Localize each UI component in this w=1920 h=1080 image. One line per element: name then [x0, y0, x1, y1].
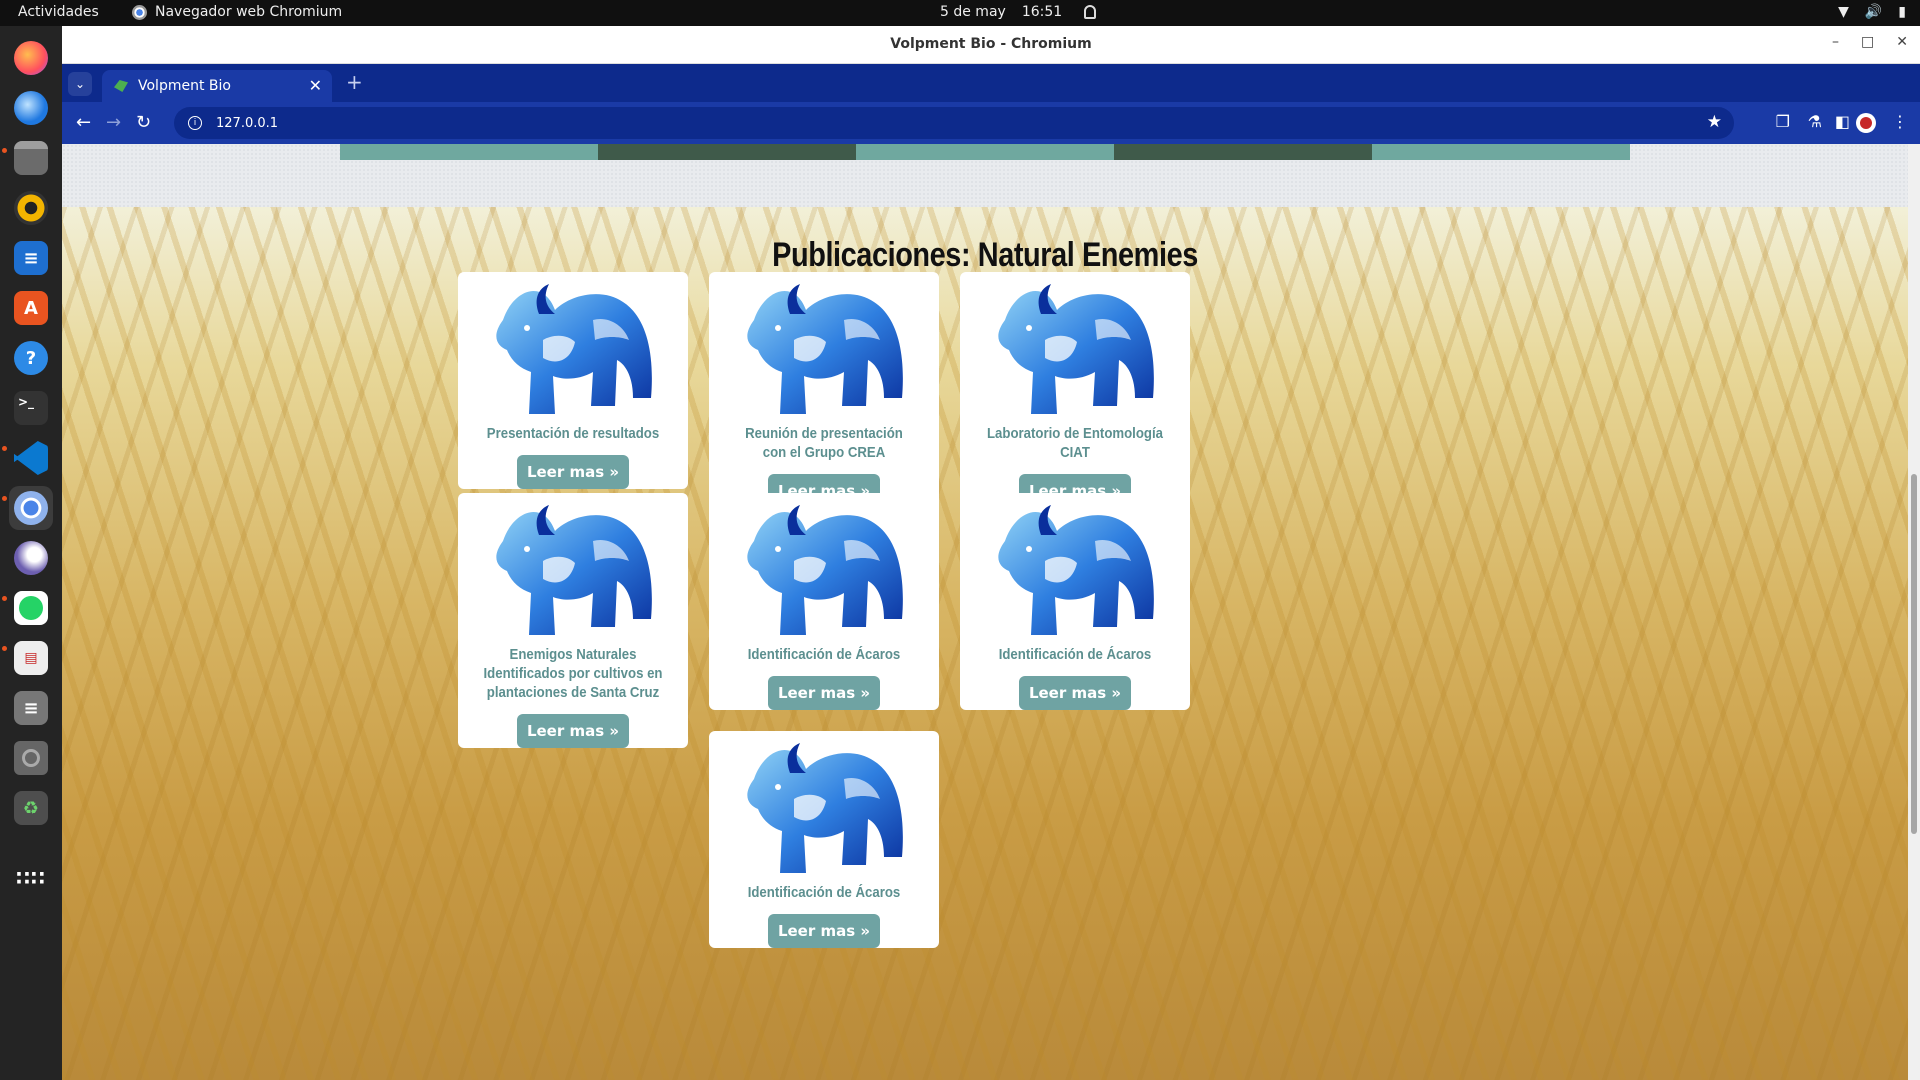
- clock[interactable]: 5 de may 16:51: [940, 4, 1097, 20]
- bookmark-star-icon[interactable]: ★: [1707, 112, 1722, 132]
- writer-icon[interactable]: ≡: [9, 236, 53, 280]
- help-icon[interactable]: ?: [9, 336, 53, 380]
- url-text: 127.0.0.1: [216, 115, 279, 131]
- bison-logo-icon: [747, 743, 903, 873]
- site-info-icon[interactable]: i: [188, 116, 202, 130]
- bison-logo-icon: [998, 284, 1154, 414]
- stripe: [1372, 144, 1630, 160]
- dock: ≡ A ? >_ ▤ ≡ ♻ ∷∷: [0, 26, 62, 1080]
- browser-window: Volpment Bio - Chromium – □ ✕ ⌄ Volpment…: [62, 26, 1920, 1080]
- decorative-stripes: [340, 144, 1630, 160]
- notification-bell-icon: [1084, 5, 1097, 19]
- upper-section: [62, 144, 1908, 207]
- card-title[interactable]: Laboratorio de Entomología CIAT: [984, 424, 1165, 462]
- clock-time: 16:51: [1021, 4, 1063, 20]
- publication-card: Identificación de Ácaros Leer mas »: [709, 493, 939, 710]
- bison-logo-icon: [496, 284, 652, 414]
- window-titlebar: Volpment Bio - Chromium – □ ✕: [62, 26, 1920, 64]
- eagle-icon[interactable]: [9, 536, 53, 580]
- volume-icon: 🔊: [1864, 4, 1883, 20]
- card-title[interactable]: Identificación de Ácaros: [733, 645, 914, 664]
- tab-title: Volpment Bio: [138, 78, 231, 94]
- thunderbird-icon[interactable]: [9, 86, 53, 130]
- profile-avatar[interactable]: [1856, 113, 1876, 133]
- stripe: [340, 144, 598, 160]
- firefox-icon[interactable]: [9, 36, 53, 80]
- card-title[interactable]: Reunión de presentación con el Grupo CRE…: [733, 424, 914, 462]
- document-viewer-icon[interactable]: ▤: [9, 636, 53, 680]
- read-more-button[interactable]: Leer mas »: [1018, 676, 1132, 710]
- read-more-button[interactable]: Leer mas »: [767, 676, 881, 710]
- show-apps-icon[interactable]: ∷∷: [9, 856, 53, 900]
- publication-card: Identificación de Ácaros Leer mas »: [709, 731, 939, 948]
- maximize-icon[interactable]: □: [1861, 34, 1874, 50]
- publication-card: Enemigos Naturales Identificados por cul…: [458, 493, 688, 748]
- clock-date: 5 de may: [940, 4, 1006, 20]
- card-title[interactable]: Identificación de Ácaros: [733, 883, 914, 902]
- bison-logo-icon: [747, 284, 903, 414]
- tab-search-icon[interactable]: ⌄: [68, 72, 92, 96]
- whatsapp-icon[interactable]: [9, 586, 53, 630]
- text-editor-icon[interactable]: ≡: [9, 686, 53, 730]
- page-title: Publicaciones: Natural Enemies: [772, 236, 1198, 274]
- chromium-icon: [132, 4, 147, 20]
- system-top-bar: Actividades Navegador web Chromium 5 de …: [0, 0, 1920, 26]
- app-menu[interactable]: Navegador web Chromium: [132, 4, 342, 20]
- rhythmbox-icon[interactable]: [9, 186, 53, 230]
- browser-toolbar: ← → ↻ i 127.0.0.1 ★ ❐ ⚗ ◧ ⋮: [62, 102, 1920, 144]
- card-title[interactable]: Presentación de resultados: [482, 424, 663, 443]
- publication-card: Identificación de Ácaros Leer mas »: [960, 493, 1190, 710]
- read-more-button[interactable]: Leer mas »: [516, 455, 630, 489]
- vscode-icon[interactable]: [9, 436, 53, 480]
- trash-icon[interactable]: ♻: [9, 786, 53, 830]
- tab-strip: ⌄ Volpment Bio ✕ +: [62, 64, 1920, 102]
- forward-icon[interactable]: →: [106, 112, 121, 133]
- bison-logo-icon: [496, 505, 652, 635]
- publication-card: Presentación de resultados Leer mas »: [458, 272, 688, 489]
- card-title[interactable]: Identificación de Ácaros: [984, 645, 1165, 664]
- page-scrollbar[interactable]: [1908, 144, 1920, 1080]
- card-title[interactable]: Enemigos Naturales Identificados por cul…: [482, 645, 663, 702]
- read-more-button[interactable]: Leer mas »: [516, 714, 630, 748]
- tab-volpment-bio[interactable]: Volpment Bio ✕: [102, 70, 332, 102]
- window-title: Volpment Bio - Chromium: [890, 36, 1092, 52]
- bison-logo-icon: [998, 505, 1154, 635]
- files-icon[interactable]: [9, 136, 53, 180]
- page-viewport: Publicaciones: Natural Enemies Presentac…: [62, 144, 1920, 1080]
- reload-icon[interactable]: ↻: [136, 112, 151, 133]
- scrollbar-thumb[interactable]: [1911, 474, 1917, 834]
- stripe: [1114, 144, 1372, 160]
- side-panel-icon[interactable]: ◧: [1835, 112, 1850, 131]
- menu-kebab-icon[interactable]: ⋮: [1892, 112, 1908, 131]
- chromium-icon[interactable]: [9, 486, 53, 530]
- extensions-icon[interactable]: ❐: [1776, 112, 1790, 131]
- stripe: [856, 144, 1114, 160]
- minimize-icon[interactable]: –: [1832, 34, 1839, 50]
- labs-icon[interactable]: ⚗: [1808, 112, 1822, 131]
- disk-icon[interactable]: [9, 736, 53, 780]
- publication-card: Laboratorio de Entomología CIAT Leer mas…: [960, 272, 1190, 508]
- new-tab-icon[interactable]: +: [346, 70, 363, 94]
- address-bar[interactable]: i 127.0.0.1 ★: [174, 107, 1734, 139]
- publication-card: Reunión de presentación con el Grupo CRE…: [709, 272, 939, 508]
- app-center-icon[interactable]: A: [9, 286, 53, 330]
- close-icon[interactable]: ✕: [1896, 34, 1908, 50]
- terminal-icon[interactable]: >_: [9, 386, 53, 430]
- activities-button[interactable]: Actividades: [18, 4, 99, 20]
- app-menu-label: Navegador web Chromium: [155, 4, 343, 20]
- bison-logo-icon: [747, 505, 903, 635]
- system-tray[interactable]: ▼ 🔊 ▮: [1838, 4, 1906, 20]
- wifi-icon: ▼: [1838, 4, 1849, 20]
- back-icon[interactable]: ←: [76, 112, 91, 133]
- battery-icon: ▮: [1898, 4, 1906, 20]
- read-more-button[interactable]: Leer mas »: [767, 914, 881, 948]
- stripe: [598, 144, 856, 160]
- tab-close-icon[interactable]: ✕: [309, 76, 322, 95]
- site-favicon-icon: [114, 80, 128, 92]
